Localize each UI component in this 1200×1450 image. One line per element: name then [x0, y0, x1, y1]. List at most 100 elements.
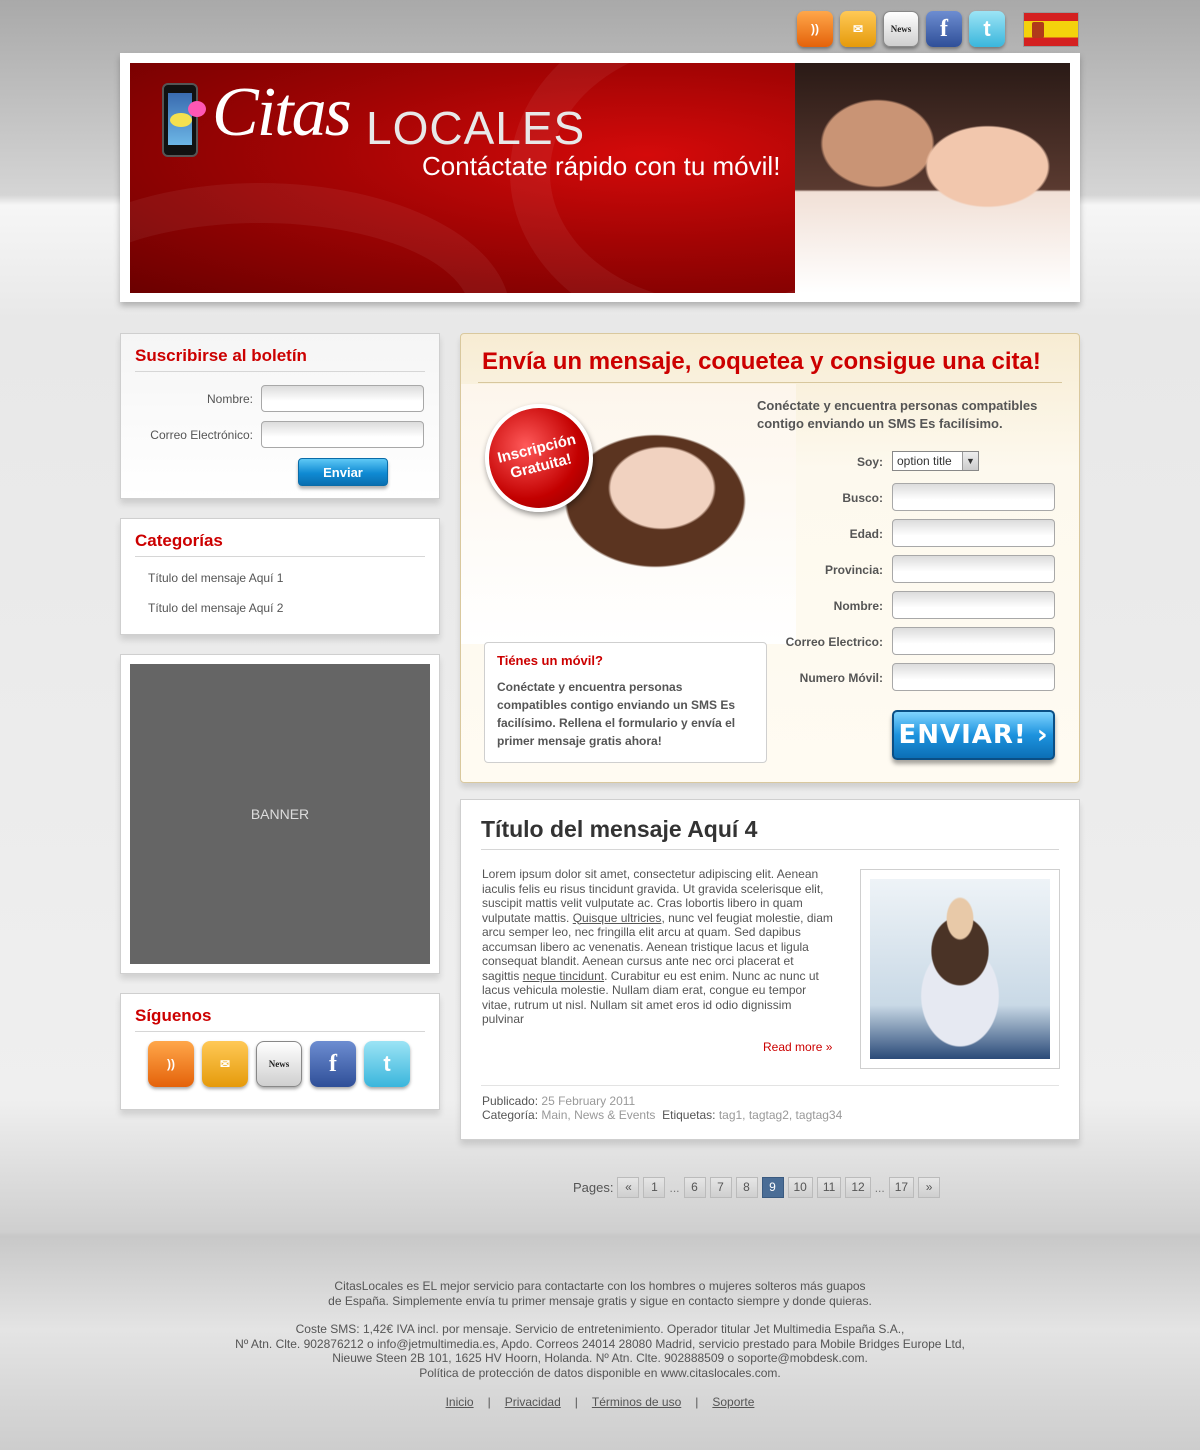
pagination-page[interactable]: 8	[735, 1177, 758, 1198]
post-link[interactable]: Quisque ultricies	[573, 911, 662, 925]
edad-label: Edad:	[849, 527, 883, 541]
pagination: Pages: « 1... 6 7 8 9 10 11 12... 17 »	[573, 1177, 941, 1198]
provincia-input[interactable]	[892, 555, 1055, 583]
spain-flag-icon[interactable]	[1023, 12, 1079, 47]
footer-links: Inicio | Privacidad | Términos de uso | Soport…	[0, 1395, 1200, 1409]
nombre-input[interactable]	[892, 591, 1055, 619]
chevron-down-icon: ▼	[962, 452, 978, 470]
soy-select[interactable]: option title ▼	[892, 451, 979, 471]
pagination-page[interactable]: 11	[816, 1177, 842, 1198]
categories-title: Categorías	[135, 531, 425, 557]
post-meta: Publicado: 25 February 2011 Categoría: M…	[482, 1094, 842, 1122]
couple-photo	[795, 63, 1070, 293]
pagination-ellipsis: ...	[874, 1180, 885, 1195]
pagination-label: Pages:	[573, 1180, 614, 1195]
pagination-page[interactable]: 12	[845, 1177, 871, 1198]
chat-bubble-icon	[170, 113, 192, 127]
mail-icon[interactable]: ✉	[202, 1041, 248, 1087]
mail-icon[interactable]: ✉	[840, 11, 876, 47]
footer-line: Coste SMS: 1,42€ IVA incl. por mensaje. …	[295, 1322, 905, 1336]
logo-citas[interactable]: Citas	[212, 73, 352, 153]
divider	[481, 849, 1059, 850]
footer-line: de España. Simplemente envía tu primer m…	[328, 1293, 872, 1308]
footer: CitasLocales es EL mejor servicio para c…	[0, 1279, 1200, 1394]
busco-input[interactable]	[892, 483, 1055, 511]
published-value: 25 February 2011	[541, 1094, 636, 1108]
heart-bubble-icon	[188, 101, 206, 117]
signup-panel: Envía un mensaje, coquetea y consigue un…	[460, 333, 1080, 783]
footer-line: Nieuwe Steen 2B 101, 1625 HV Hoorn, Hola…	[332, 1351, 868, 1365]
published-label: Publicado:	[482, 1094, 539, 1108]
movil-input[interactable]	[892, 663, 1055, 691]
newsletter-title: Suscribirse al boletín	[135, 346, 425, 372]
pagination-page[interactable]: 10	[787, 1177, 813, 1198]
pagination-page[interactable]: 6	[683, 1177, 706, 1198]
newsletter-name-input[interactable]	[261, 385, 424, 412]
facebook-icon[interactable]: f	[310, 1041, 356, 1087]
news-icon[interactable]: News	[883, 11, 919, 47]
pagination-prev[interactable]: «	[617, 1177, 640, 1198]
pagination-items: 1... 6 7 8 9 10 11 12... 17	[643, 1177, 915, 1198]
site-header: Citas LOCALES Contáctate rápido con tu m…	[120, 53, 1080, 302]
footer-link-soporte[interactable]: Soporte	[712, 1395, 754, 1409]
signup-title: Envía un mensaje, coquetea y consigue un…	[482, 348, 1041, 375]
category-value[interactable]: Main, News & Events	[541, 1108, 655, 1122]
newsletter-email-input[interactable]	[261, 421, 424, 448]
name-label: Nombre:	[206, 392, 253, 406]
soy-label: Soy:	[856, 455, 883, 469]
newsletter-submit-button[interactable]: Enviar	[298, 458, 388, 486]
signup-intro: Conéctate y encuentra personas compatibl…	[757, 398, 1038, 431]
pagination-next[interactable]: »	[918, 1177, 941, 1198]
footer-link-privacidad[interactable]: Privacidad	[505, 1395, 561, 1409]
follow-icons: )) ✉ News f t	[148, 1041, 410, 1087]
newsletter-panel: Suscribirse al boletín Nombre: Correo El…	[120, 333, 440, 499]
header-banner: Citas LOCALES Contáctate rápido con tu m…	[130, 63, 1070, 293]
rss-icon[interactable]: ))	[148, 1041, 194, 1087]
post-title[interactable]: Título del mensaje Aquí 4	[481, 816, 757, 843]
post-photo[interactable]	[870, 879, 1050, 1059]
provincia-label: Provincia:	[824, 563, 883, 577]
mobile-info-text: Conéctate y encuentra personas compatibl…	[497, 680, 736, 748]
divider	[481, 1085, 1059, 1086]
footer-link-terminos[interactable]: Términos de uso	[592, 1395, 681, 1409]
separator: |	[487, 1395, 491, 1409]
twitter-icon[interactable]: t	[364, 1041, 410, 1087]
post-body: Lorem ipsum dolor sit amet, consectetur …	[482, 867, 834, 1027]
post-panel: Título del mensaje Aquí 4 Lorem ipsum do…	[460, 799, 1080, 1140]
banner-panel: BANNER	[120, 654, 440, 974]
read-more-link[interactable]: Read more »	[763, 1040, 832, 1054]
tags-label: Etiquetas:	[662, 1108, 716, 1122]
category-item[interactable]: Título del mensaje Aquí 1	[148, 571, 283, 585]
separator: |	[695, 1395, 699, 1409]
email-label: Correo Electrónico:	[150, 428, 253, 442]
footer-link-inicio[interactable]: Inicio	[446, 1395, 474, 1409]
facebook-icon[interactable]: f	[926, 11, 962, 47]
footer-line: CitasLocales es EL mejor servicio para c…	[334, 1279, 866, 1293]
categories-panel: Categorías Título del mensaje Aquí 1 Tít…	[120, 518, 440, 635]
divider	[478, 382, 1062, 383]
follow-title: Síguenos	[135, 1006, 425, 1032]
pagination-ellipsis: ...	[669, 1180, 680, 1195]
pagination-page[interactable]: 1	[643, 1177, 666, 1198]
signup-submit-button[interactable]: ENVIAR! ›	[892, 710, 1055, 760]
logo-locales[interactable]: LOCALES	[366, 101, 585, 155]
post-link[interactable]: neque tincidunt	[523, 969, 604, 983]
correo-input[interactable]	[892, 627, 1055, 655]
category-item[interactable]: Título del mensaje Aquí 2	[148, 601, 283, 615]
edad-input[interactable]	[892, 519, 1055, 547]
footer-line: Política de protección de datos disponib…	[419, 1365, 781, 1380]
separator: |	[574, 1395, 578, 1409]
nombre-label: Nombre:	[833, 599, 883, 613]
pagination-page[interactable]: 17	[888, 1177, 915, 1198]
busco-label: Busco:	[842, 491, 883, 505]
banner-placeholder[interactable]: BANNER	[130, 664, 430, 964]
twitter-icon[interactable]: t	[969, 11, 1005, 47]
pagination-page[interactable]: 7	[709, 1177, 732, 1198]
tags-value[interactable]: tag1, tagtag2, tagtag34	[719, 1108, 842, 1122]
mobile-info-box: Tiénes un móvil? Conéctate y encuentra p…	[484, 642, 767, 763]
rss-icon[interactable]: ))	[797, 11, 833, 47]
news-icon[interactable]: News	[256, 1041, 302, 1087]
top-social-icons: )) ✉ News f t	[797, 11, 1005, 47]
pagination-page[interactable]: 9	[761, 1177, 784, 1198]
post-photo-frame	[860, 869, 1060, 1069]
